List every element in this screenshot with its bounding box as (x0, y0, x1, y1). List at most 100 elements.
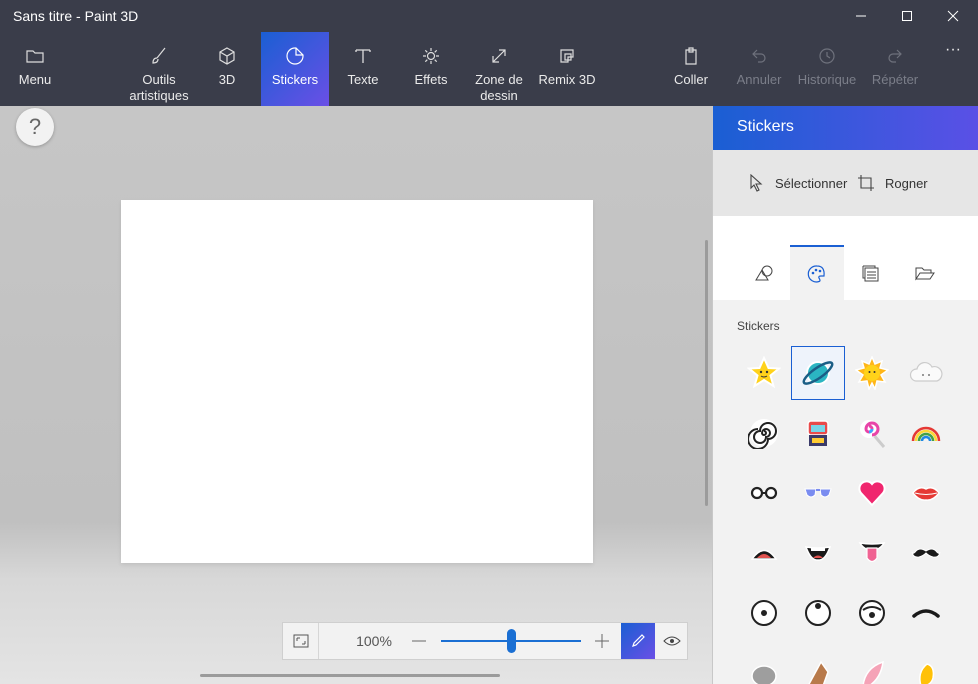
remix-button[interactable]: Remix 3D (538, 32, 596, 106)
eye-down-sticker-icon (859, 600, 885, 626)
sticker-eyelid[interactable] (899, 586, 953, 640)
text-button[interactable]: Texte (340, 32, 386, 106)
menu-button[interactable]: Menu (6, 32, 64, 106)
3d-label: 3D (218, 72, 236, 87)
star-sticker-icon (747, 356, 781, 389)
sticker-mouth-teeth[interactable] (791, 526, 845, 580)
sticker-ear-pink[interactable] (845, 646, 899, 684)
sticker-heart[interactable] (845, 466, 899, 520)
shapes-icon (755, 265, 773, 281)
clipboard-icon (685, 47, 697, 65)
sticker-cloud[interactable] (899, 346, 953, 400)
sticker-mustache[interactable] (899, 526, 953, 580)
open-folder-icon (915, 267, 935, 281)
canvas-label: Zone de dessin (475, 72, 523, 103)
window-title: Sans titre - Paint 3D (13, 8, 139, 24)
select-button[interactable]: Sélectionner (749, 174, 847, 192)
effects-button[interactable]: Effets (406, 32, 456, 106)
sticker-eye-center[interactable] (737, 586, 791, 640)
brushes-button[interactable]: Outils artistiques (124, 32, 194, 106)
sunglasses-sticker-icon (804, 488, 832, 498)
lollipop-sticker-icon (860, 420, 886, 448)
horizontal-scrollbar[interactable] (200, 674, 500, 677)
glasses-sticker-icon (750, 486, 778, 500)
stickers-button[interactable]: Stickers (261, 32, 329, 106)
zoom-slider-thumb[interactable] (506, 629, 516, 653)
sticker-sun[interactable] (845, 346, 899, 400)
sticker-lollipop[interactable] (845, 406, 899, 460)
more-button[interactable]: ··· (936, 32, 970, 106)
cursor-icon (750, 174, 763, 192)
sticker-robot[interactable] (791, 406, 845, 460)
sticker-glasses[interactable] (737, 466, 791, 520)
sticker-rainbow[interactable] (899, 406, 953, 460)
maximize-button[interactable] (884, 0, 930, 32)
canvas-button[interactable]: Zone de dessin (468, 32, 530, 106)
zoom-in-button[interactable] (592, 631, 612, 651)
history-icon (819, 48, 835, 64)
sticker-lips[interactable] (899, 466, 953, 520)
edit-mode-button[interactable] (621, 623, 655, 659)
sticker-mouth-open[interactable] (737, 526, 791, 580)
eye-center-sticker-icon (751, 600, 777, 626)
canvas-area[interactable]: ? 100% (0, 106, 712, 684)
drawing-canvas[interactable] (121, 200, 593, 563)
zoom-bar: 100% (282, 622, 688, 660)
rainbow-sticker-icon (911, 426, 941, 442)
eyelid-sticker-icon (912, 609, 940, 618)
side-panel: Stickers Sélectionner Rogner Stickers (712, 106, 978, 684)
brushes-label: Outils artistiques (129, 72, 189, 103)
zoom-out-button[interactable] (409, 631, 429, 651)
eye-up-sticker-icon (805, 600, 831, 626)
undo-button[interactable]: Annuler (732, 32, 786, 106)
tab-stickers[interactable] (790, 245, 844, 300)
title-bar: Sans titre - Paint 3D (0, 0, 978, 32)
zoom-value: 100% (356, 633, 392, 649)
paste-button[interactable]: Coller (668, 32, 714, 106)
eye-icon (663, 636, 681, 646)
effects-label: Effets (414, 72, 448, 87)
sticker-sunglasses[interactable] (791, 466, 845, 520)
resize-icon (492, 49, 506, 63)
sticker-eye-up[interactable] (791, 586, 845, 640)
minimize-button[interactable] (838, 0, 884, 32)
crop-icon (858, 175, 874, 191)
sticker-spiral[interactable] (737, 406, 791, 460)
stickers-label: Stickers (271, 72, 319, 87)
sticker-star[interactable] (737, 346, 791, 400)
maximize-icon (902, 11, 912, 21)
ear-brown-sticker-icon (808, 660, 829, 684)
history-label: Historique (797, 72, 857, 87)
sticker-planet[interactable] (791, 346, 845, 400)
fit-screen-icon (293, 634, 308, 648)
panel-actions: Sélectionner Rogner (713, 150, 978, 216)
history-button[interactable]: Historique (796, 32, 858, 106)
sticker-nose-grey[interactable] (737, 646, 791, 684)
sticker-ear-brown[interactable] (791, 646, 845, 684)
redo-icon (888, 49, 902, 63)
crop-button[interactable]: Rogner (857, 174, 928, 192)
undo-icon (752, 49, 766, 63)
vertical-scrollbar[interactable] (705, 240, 708, 506)
text-label: Texte (347, 72, 379, 87)
sticker-eye-down[interactable] (845, 586, 899, 640)
fit-to-screen-button[interactable] (283, 623, 319, 659)
more-icon: ··· (945, 41, 961, 58)
sticker-tabs (713, 216, 978, 300)
toolbar: Menu Outils artistiques 3D Stickers Text… (0, 32, 978, 106)
nose-grey-sticker-icon (751, 665, 777, 684)
pencil-icon (632, 634, 645, 647)
sticker-ear-yellow[interactable] (899, 646, 953, 684)
minimize-icon (856, 15, 866, 17)
crop-label: Rogner (885, 175, 928, 191)
close-button[interactable] (930, 0, 976, 32)
help-button[interactable]: ? (16, 108, 54, 146)
tab-open-file[interactable] (898, 246, 952, 300)
spiral-sticker-icon (748, 419, 778, 449)
3d-button[interactable]: 3D (206, 32, 248, 106)
view-mode-button[interactable] (655, 623, 689, 659)
redo-button[interactable]: Répéter (870, 32, 920, 106)
sticker-mouth-tongue[interactable] (845, 526, 899, 580)
tab-textures[interactable] (844, 246, 898, 300)
tab-shapes[interactable] (737, 246, 791, 300)
